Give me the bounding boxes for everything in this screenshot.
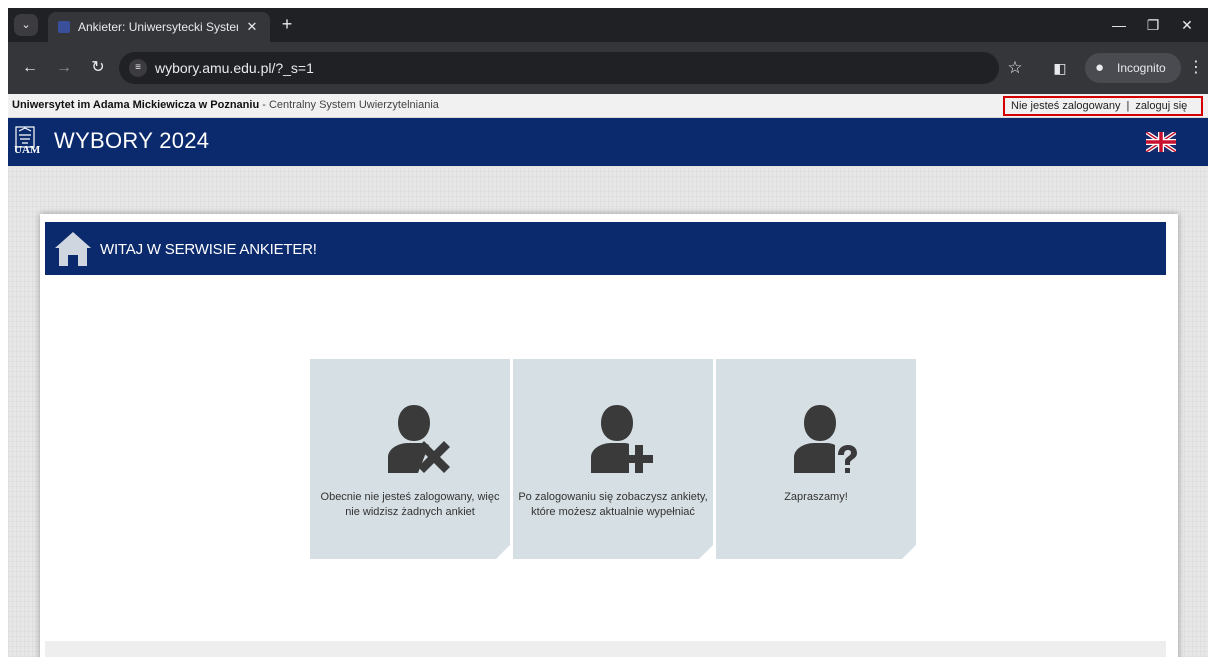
home-icon[interactable] xyxy=(53,228,93,270)
welcome-title: WITAJ W SERWISIE ANKIETER! xyxy=(100,241,317,258)
incognito-label: Incognito xyxy=(1117,61,1166,75)
url-text[interactable]: wybory.amu.edu.pl/?_s=1 xyxy=(155,60,314,76)
close-icon[interactable]: ✕ xyxy=(243,18,261,36)
incognito-icon: ● xyxy=(1095,59,1105,76)
favicon-icon xyxy=(58,21,70,33)
reload-icon[interactable]: ↻ xyxy=(86,56,110,80)
tile-after-login[interactable]: Po zalogowaniu się zobaczysz ankiety, kt… xyxy=(513,359,713,559)
user-remove-icon xyxy=(388,405,450,473)
login-status: Nie jesteś zalogowany | zaloguj się xyxy=(1003,96,1203,116)
dash-separator: - xyxy=(259,99,269,111)
user-question-icon xyxy=(794,405,857,473)
minimize-icon[interactable]: — xyxy=(1102,12,1136,38)
site-banner: UAM WYBORY 2024 xyxy=(8,118,1208,166)
back-arrow-icon[interactable]: ← xyxy=(18,56,42,80)
login-link[interactable]: zaloguj się xyxy=(1135,100,1187,112)
tile-welcome[interactable]: Zapraszamy! xyxy=(716,359,916,559)
uk-flag-icon[interactable] xyxy=(1146,132,1176,152)
chevron-down-icon[interactable]: ⌄ xyxy=(14,14,38,36)
side-panel-icon[interactable]: ◧ xyxy=(1048,56,1072,80)
university-line: Uniwersytet im Adama Mickiewicza w Pozna… xyxy=(12,99,439,111)
top-info-bar: Uniwersytet im Adama Mickiewicza w Pozna… xyxy=(8,94,1208,118)
incognito-button[interactable]: ● Incognito xyxy=(1085,53,1181,83)
main-content: WITAJ W SERWISIE ANKIETER! Obecnie nie j… xyxy=(40,214,1178,657)
banner-title: WYBORY 2024 xyxy=(54,128,210,153)
user-add-icon xyxy=(591,405,653,473)
footer-strip xyxy=(45,641,1166,657)
tab-strip: ⌄ Ankieter: Uniwersytecki System ✕ + — ❐… xyxy=(8,8,1208,42)
tile-welcome-text: Zapraszamy! xyxy=(784,491,848,503)
plus-icon[interactable]: + xyxy=(276,14,298,36)
tile-not-logged-text: Obecnie nie jesteś zalogowany, więc nie … xyxy=(320,491,500,518)
separator: | xyxy=(1126,100,1130,112)
browser-toolbar: ← → ↻ ≡ wybory.amu.edu.pl/?_s=1 ☆ ◧ ● In… xyxy=(8,42,1208,94)
star-icon[interactable]: ☆ xyxy=(1003,56,1027,80)
welcome-header: WITAJ W SERWISIE ANKIETER! xyxy=(45,222,1166,275)
tile-not-logged[interactable]: Obecnie nie jesteś zalogowany, więc nie … xyxy=(310,359,510,559)
restore-icon[interactable]: ❐ xyxy=(1136,12,1170,38)
browser-tab[interactable]: Ankieter: Uniwersytecki System ✕ xyxy=(48,12,270,42)
system-name: Centralny System Uwierzytelniania xyxy=(268,99,439,111)
page-viewport: Uniwersytet im Adama Mickiewicza w Pozna… xyxy=(8,94,1208,657)
window-close-icon[interactable]: ✕ xyxy=(1170,12,1204,38)
tab-title: Ankieter: Uniwersytecki System xyxy=(78,20,238,34)
forward-arrow-icon[interactable]: → xyxy=(52,56,76,80)
address-bar[interactable]: ≡ wybory.amu.edu.pl/?_s=1 xyxy=(119,52,999,84)
tune-icon[interactable]: ≡ xyxy=(129,59,147,77)
not-logged-text: Nie jesteś zalogowany xyxy=(1011,100,1121,112)
logo-text: UAM xyxy=(14,144,41,156)
university-name: Uniwersytet im Adama Mickiewicza w Pozna… xyxy=(12,99,260,111)
kebab-menu-icon[interactable]: ⋮ xyxy=(1188,56,1204,80)
browser-window: ⌄ Ankieter: Uniwersytecki System ✕ + — ❐… xyxy=(8,8,1208,657)
tile-after-login-text: Po zalogowaniu się zobaczysz ankiety, kt… xyxy=(518,491,708,518)
